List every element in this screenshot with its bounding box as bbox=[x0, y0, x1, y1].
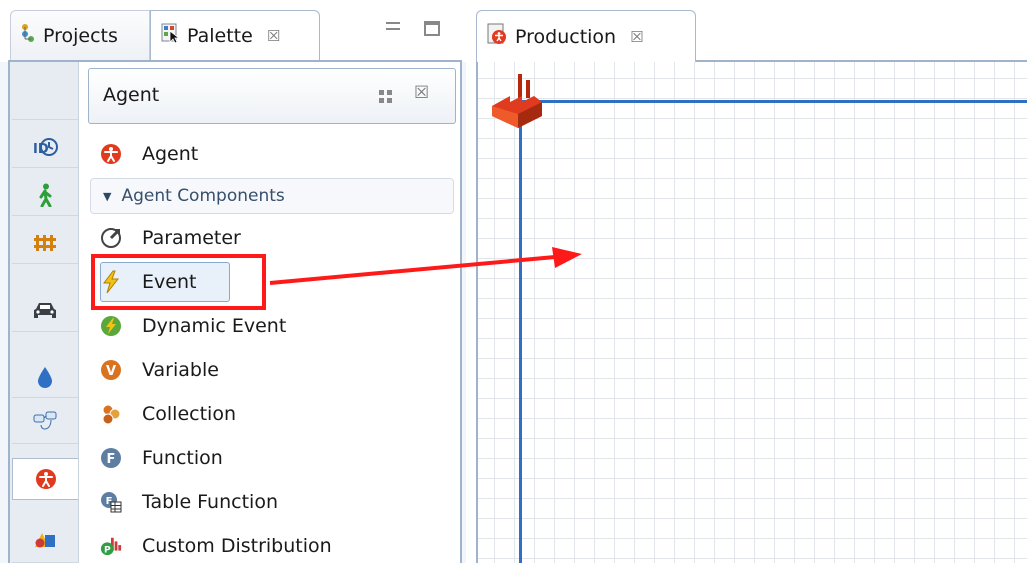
annotation-arrow bbox=[269, 247, 582, 285]
